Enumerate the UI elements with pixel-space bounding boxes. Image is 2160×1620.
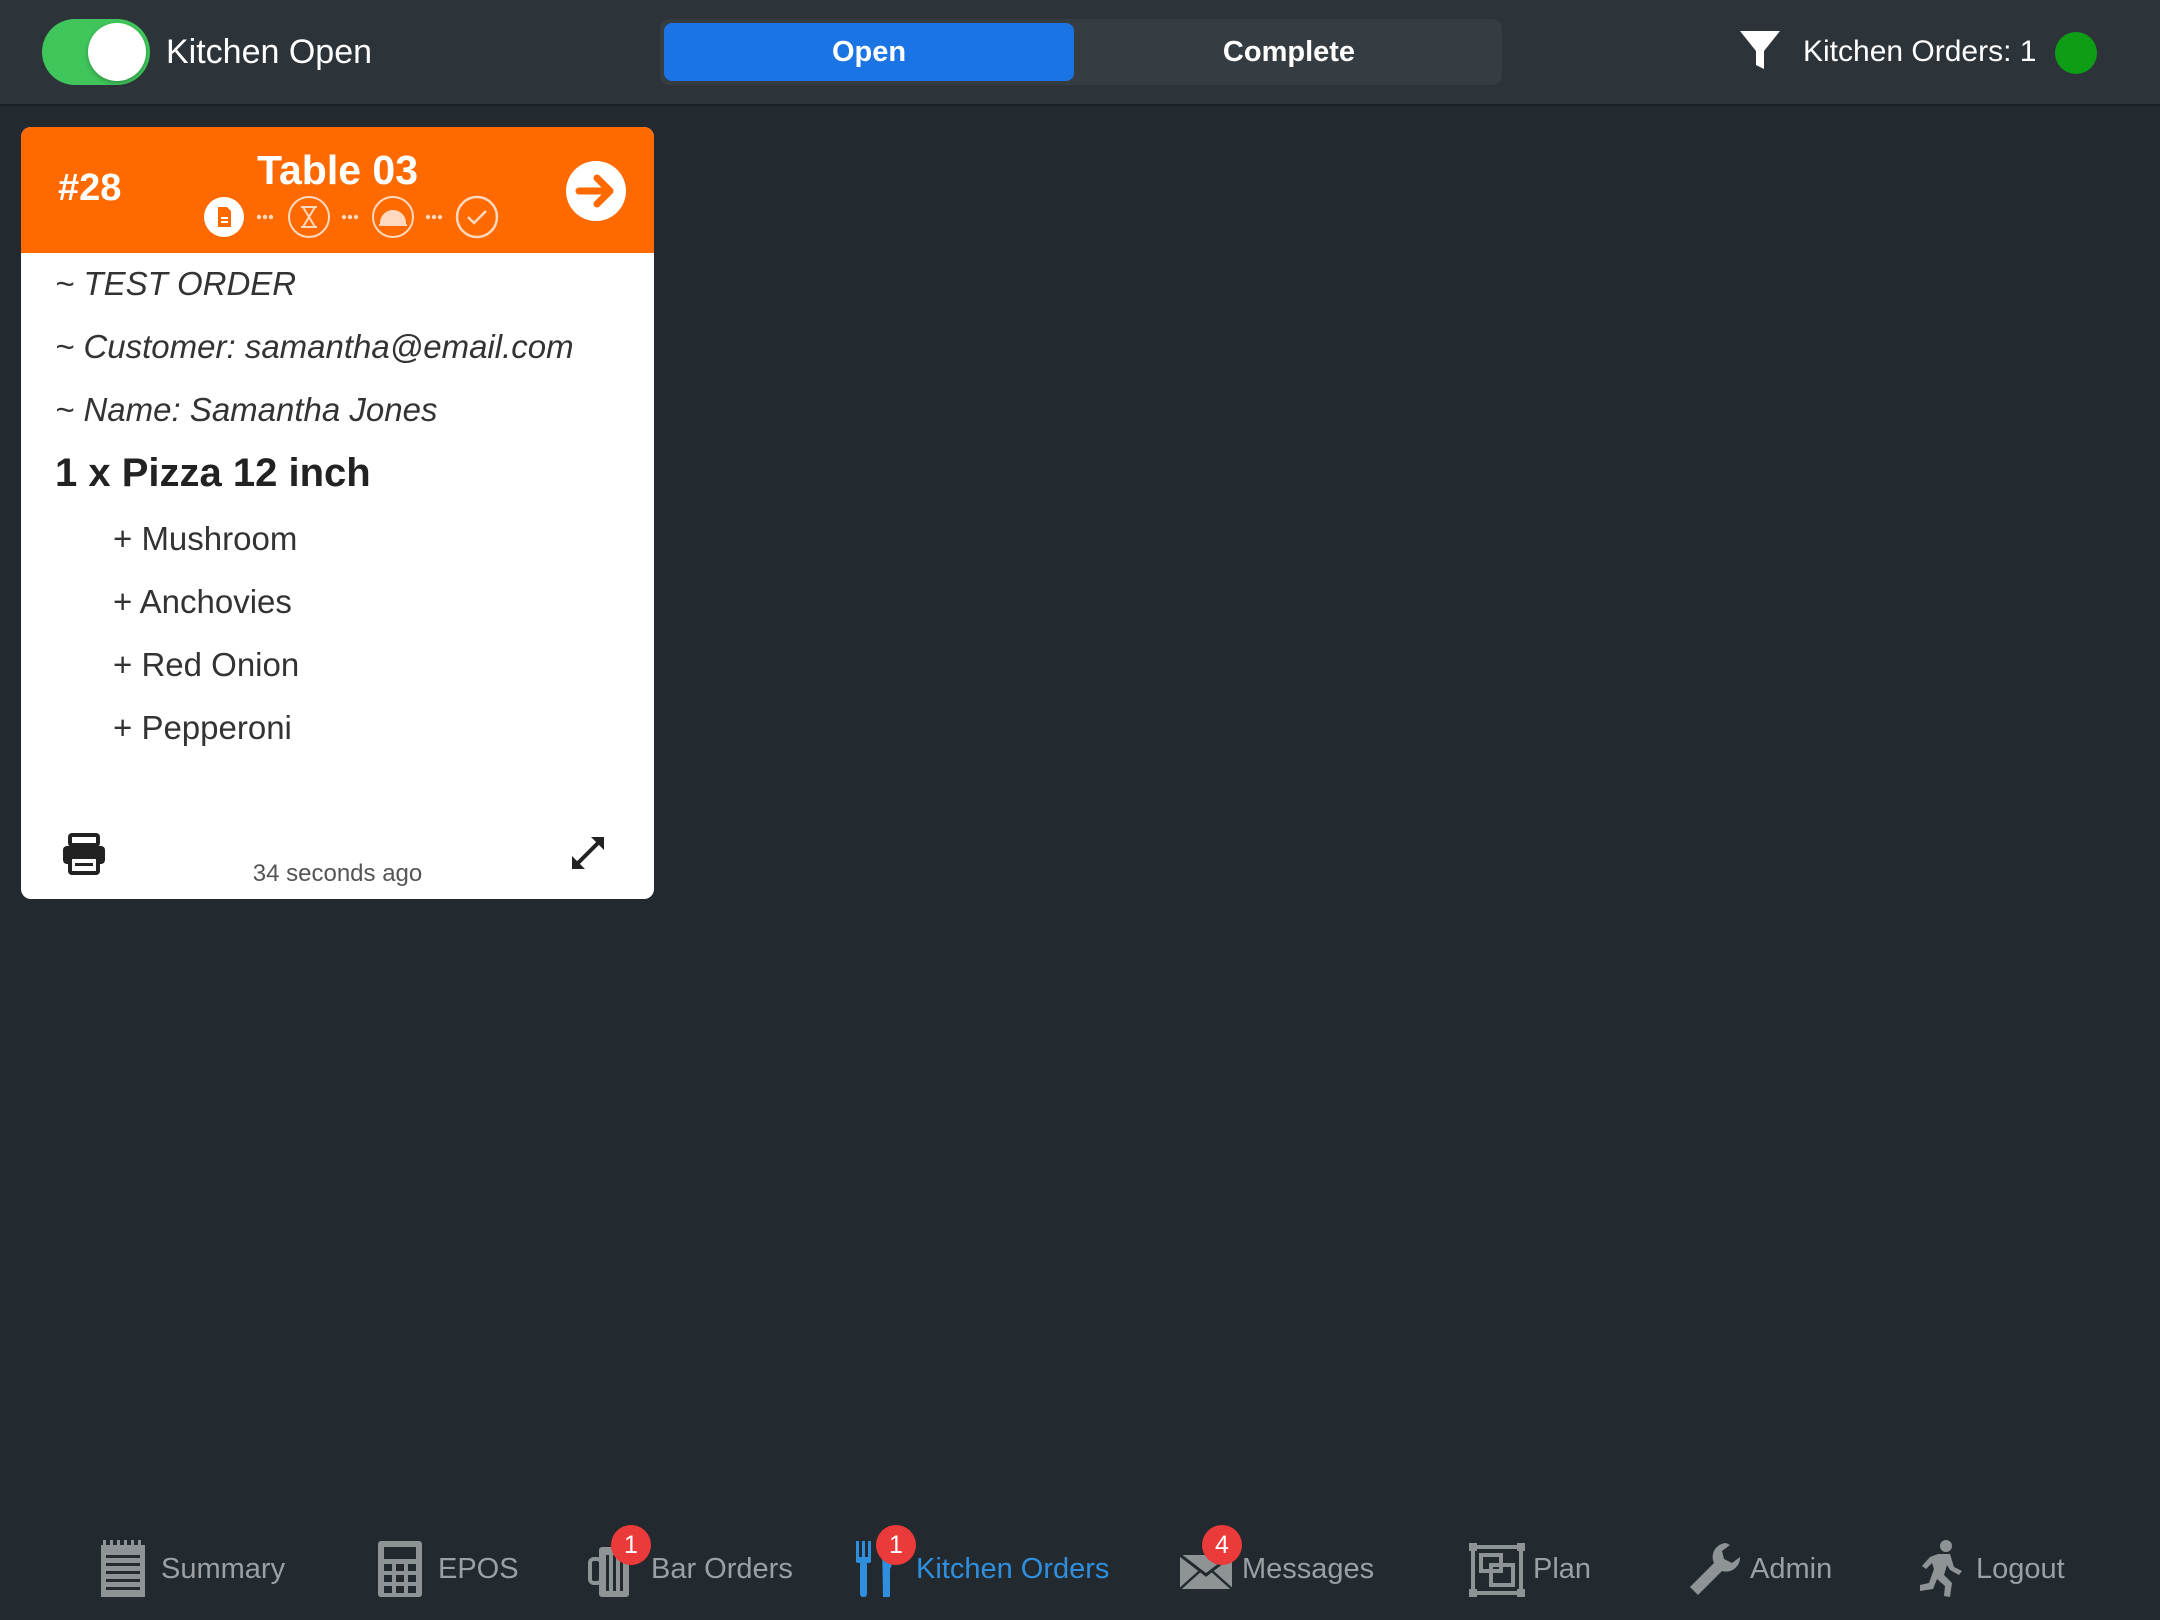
tab-plan[interactable]: Plan bbox=[1469, 1534, 1591, 1604]
tab-admin[interactable]: Admin bbox=[1686, 1534, 1832, 1604]
kitchen-orders-badge: 1 bbox=[876, 1525, 916, 1565]
kitchen-orders-count: Kitchen Orders: 1 bbox=[1803, 35, 2037, 68]
bar-orders-badge: 1 bbox=[611, 1525, 651, 1565]
bottom-tab-bar: Summary EPOS 1 Bar Orders 1 Kitchen Orde… bbox=[0, 1510, 2160, 1620]
item-modifier: + Red Onion bbox=[113, 646, 300, 683]
floor-plan-icon bbox=[1469, 1543, 1525, 1597]
filter-icon[interactable] bbox=[1736, 27, 1784, 75]
tab-kitchen-orders[interactable]: 1 Kitchen Orders bbox=[852, 1525, 1110, 1604]
kitchen-toggle-label: Kitchen Open bbox=[166, 33, 373, 71]
tab-label: Admin bbox=[1750, 1552, 1833, 1585]
glass-icon-wrapper: 1 bbox=[587, 1525, 651, 1599]
document-icon bbox=[204, 197, 244, 237]
connection-status-dot bbox=[2055, 32, 2097, 74]
tab-label: Logout bbox=[1976, 1552, 2065, 1585]
order-card[interactable]: #28 Table 03 ~ TEST ORDER ~ Customer: sa… bbox=[21, 127, 654, 899]
order-note: ~ TEST ORDER bbox=[55, 265, 297, 302]
order-note: ~ Customer: samantha@email.com bbox=[55, 328, 574, 365]
order-status-segmented-control: Open Complete bbox=[660, 19, 1502, 85]
table-name: Table 03 bbox=[256, 147, 419, 193]
segment-open-button[interactable]: Open bbox=[664, 23, 1074, 81]
order-card-header: #28 Table 03 bbox=[21, 127, 654, 253]
calculator-icon bbox=[378, 1541, 422, 1597]
tab-epos[interactable]: EPOS bbox=[374, 1534, 519, 1604]
tab-label: Bar Orders bbox=[651, 1552, 793, 1585]
top-bar: Kitchen Open Open Complete Kitchen Order… bbox=[0, 0, 2160, 106]
segment-complete-button[interactable]: Complete bbox=[1084, 23, 1494, 81]
wrench-icon bbox=[1690, 1543, 1741, 1595]
notepad-icon bbox=[101, 1540, 145, 1597]
advance-order-arrow-icon[interactable] bbox=[565, 160, 627, 222]
messages-badge: 4 bbox=[1202, 1525, 1242, 1565]
order-age: 34 seconds ago bbox=[252, 860, 423, 887]
tab-label: EPOS bbox=[438, 1552, 519, 1585]
fork-knife-icon-wrapper: 1 bbox=[852, 1525, 916, 1599]
item-modifier: + Anchovies bbox=[113, 583, 292, 620]
item-modifier: + Pepperoni bbox=[113, 709, 292, 746]
item-modifier: + Mushroom bbox=[113, 520, 298, 557]
tab-messages[interactable]: 4 Messages bbox=[1178, 1525, 1375, 1604]
tab-label: Messages bbox=[1242, 1552, 1375, 1585]
envelope-icon-wrapper: 4 bbox=[1178, 1525, 1242, 1599]
checkmark-icon bbox=[455, 195, 499, 239]
order-item: 1 x Pizza 12 inch bbox=[55, 451, 371, 495]
running-man-icon bbox=[1920, 1540, 1962, 1597]
toggle-knob bbox=[88, 23, 146, 81]
tab-label: Summary bbox=[161, 1552, 286, 1585]
order-note: ~ Name: Samantha Jones bbox=[55, 391, 438, 428]
order-progress-steps bbox=[204, 195, 499, 239]
cloche-icon bbox=[372, 196, 414, 238]
tab-label: Kitchen Orders bbox=[916, 1552, 1110, 1585]
tab-bar-orders[interactable]: 1 Bar Orders bbox=[587, 1525, 793, 1604]
expand-icon[interactable] bbox=[569, 834, 607, 872]
tab-summary[interactable]: Summary bbox=[97, 1534, 285, 1604]
kitchen-open-toggle[interactable] bbox=[42, 19, 150, 85]
tab-label: Plan bbox=[1533, 1552, 1592, 1585]
hourglass-icon bbox=[288, 196, 330, 238]
tab-logout[interactable]: Logout bbox=[1912, 1534, 2065, 1604]
